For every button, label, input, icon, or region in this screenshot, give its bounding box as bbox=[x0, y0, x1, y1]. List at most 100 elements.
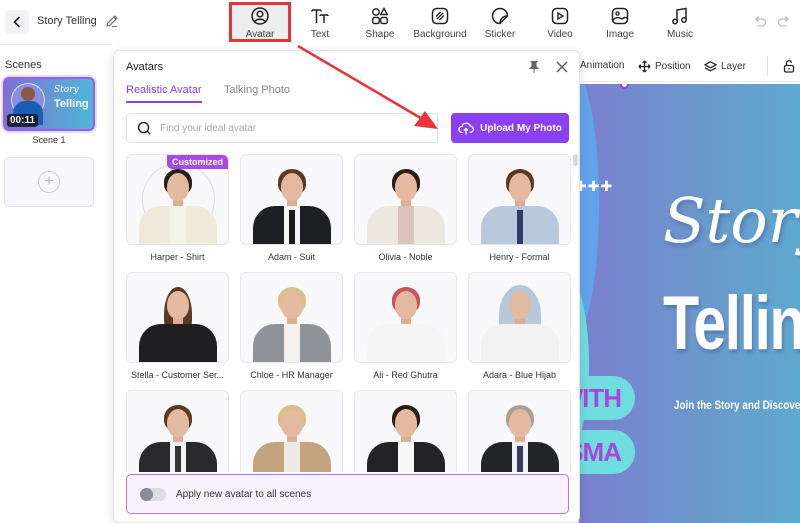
canvas-title-bold[interactable]: Telling bbox=[663, 280, 800, 367]
avatar-card[interactable] bbox=[240, 390, 343, 472]
avatar-name: Adam - Suit bbox=[267, 252, 316, 262]
apply-all-label: Apply new avatar to all scenes bbox=[176, 488, 312, 500]
avatar-grid: Customized Harper - Shirt Adam - Suit Olivi… bbox=[126, 154, 572, 472]
scene-label: Scene 1 bbox=[32, 135, 66, 145]
avatar-thumbnail bbox=[354, 390, 457, 472]
redo-icon[interactable] bbox=[776, 14, 792, 30]
tool-avatar[interactable]: Avatar bbox=[229, 2, 291, 42]
toggle-knob bbox=[140, 487, 153, 501]
apply-all-toggle[interactable] bbox=[140, 487, 166, 501]
avatar-name: Chloe - HR Manager bbox=[250, 370, 333, 380]
selection-handle[interactable] bbox=[620, 84, 629, 89]
search-box[interactable] bbox=[126, 113, 438, 143]
avatar-card[interactable]: Ali - Red Ghutra bbox=[354, 272, 457, 380]
avatar-thumbnail: Customized bbox=[126, 154, 229, 245]
tool-label: Shape bbox=[365, 29, 395, 40]
panel-title: Avatars bbox=[126, 61, 164, 73]
tool-background[interactable]: Background bbox=[409, 2, 471, 42]
avatar-shirt bbox=[397, 324, 414, 362]
avatar-face bbox=[280, 173, 303, 201]
scrollbar[interactable] bbox=[573, 154, 578, 166]
scene-thumbnail[interactable]: Story Telling 00:11 bbox=[3, 77, 95, 131]
avatar-thumbnail bbox=[468, 272, 571, 363]
canvas-decor-dots: ✚✚✚ bbox=[578, 178, 614, 194]
avatar-face bbox=[394, 173, 417, 201]
upload-photo-button[interactable]: Upload My Photo bbox=[451, 113, 569, 143]
pin-icon[interactable] bbox=[527, 60, 541, 74]
close-icon[interactable] bbox=[555, 60, 569, 74]
tool-sticker[interactable]: Sticker bbox=[469, 2, 531, 42]
avatar-card[interactable]: Olivia - Noble bbox=[354, 154, 457, 262]
avatar-thumbnail bbox=[240, 390, 343, 472]
tool-shape[interactable]: Shape bbox=[349, 2, 411, 42]
avatar-thumbnail bbox=[240, 154, 343, 245]
avatar-card[interactable]: Customized Harper - Shirt bbox=[126, 154, 229, 262]
avatar-face bbox=[280, 291, 303, 319]
avatar-card[interactable]: Stella - Customer Ser... bbox=[126, 272, 229, 380]
project-title: Story Telling bbox=[37, 15, 97, 27]
avatar-shirt bbox=[283, 442, 300, 472]
scenes-panel: Scenes Story Telling 00:11 Scene 1 + bbox=[0, 44, 112, 523]
avatar-face bbox=[166, 409, 189, 437]
avatar-card[interactable] bbox=[126, 390, 229, 472]
avatar-card[interactable]: Adara - Blue Hijab bbox=[468, 272, 571, 380]
pencil-icon[interactable] bbox=[104, 13, 120, 29]
avatars-panel: Avatars Realistic Avatar Talking Photo U… bbox=[113, 50, 580, 523]
avatar-card[interactable]: Henry - Formal bbox=[468, 154, 571, 262]
tool-label: Avatar bbox=[245, 29, 275, 40]
tool-music[interactable]: Music bbox=[649, 2, 711, 42]
background-icon bbox=[431, 7, 449, 25]
avatar-tie bbox=[516, 210, 523, 244]
layer-label: Layer bbox=[721, 61, 747, 72]
add-scene-button[interactable]: + bbox=[4, 157, 94, 207]
upload-label: Upload My Photo bbox=[480, 122, 562, 134]
tab-realistic-avatar[interactable]: Realistic Avatar bbox=[126, 84, 202, 103]
avatar-shirt bbox=[397, 206, 414, 244]
search-input[interactable] bbox=[160, 122, 420, 134]
avatar-face bbox=[508, 173, 531, 201]
position-button[interactable]: Position bbox=[638, 60, 691, 73]
avatar-face bbox=[166, 173, 189, 201]
layer-button[interactable]: Layer bbox=[704, 60, 746, 73]
avatar-name: Olivia - Noble bbox=[378, 252, 433, 262]
search-icon bbox=[137, 121, 151, 135]
back-button[interactable] bbox=[5, 10, 29, 34]
tab-talking-photo[interactable]: Talking Photo bbox=[224, 84, 290, 101]
avatar-card[interactable] bbox=[468, 390, 571, 472]
tool-label: Music bbox=[666, 29, 694, 40]
canvas-title-script[interactable]: Story bbox=[663, 184, 800, 257]
undo-icon[interactable] bbox=[752, 14, 768, 30]
canvas-subtitle[interactable]: Join the Story and Discover bbox=[674, 398, 800, 412]
avatar-name: Henry - Formal bbox=[489, 252, 550, 262]
tool-text[interactable]: Text bbox=[289, 2, 351, 42]
customized-badge: Customized bbox=[166, 155, 228, 169]
lock-open-icon[interactable] bbox=[782, 59, 796, 73]
tool-image[interactable]: Image bbox=[589, 2, 651, 42]
canvas-pill-2[interactable]: SMA bbox=[579, 430, 635, 474]
video-icon bbox=[551, 7, 569, 25]
toolbar-divider bbox=[767, 56, 768, 76]
tool-video[interactable]: Video bbox=[529, 2, 591, 42]
avatar-card[interactable]: Chloe - HR Manager bbox=[240, 272, 343, 380]
avatar-card[interactable]: Adam - Suit bbox=[240, 154, 343, 262]
avatar-card[interactable] bbox=[354, 390, 457, 472]
avatar-name: Adara - Blue Hijab bbox=[482, 370, 557, 380]
text-icon bbox=[311, 9, 329, 23]
canvas-pill-1[interactable]: WITH bbox=[579, 376, 635, 420]
scenes-title: Scenes bbox=[5, 59, 42, 71]
move-icon bbox=[638, 60, 651, 73]
music-icon bbox=[672, 7, 687, 25]
avatar-tie bbox=[288, 210, 295, 244]
tool-label: Sticker bbox=[484, 29, 516, 40]
avatar-thumbnail bbox=[240, 272, 343, 363]
avatar-face bbox=[394, 291, 417, 319]
avatar-shirt bbox=[283, 324, 300, 362]
avatar-face bbox=[508, 291, 531, 319]
avatar-face bbox=[508, 409, 531, 437]
sticker-icon bbox=[491, 7, 509, 25]
tool-label: Text bbox=[310, 29, 330, 40]
animation-button[interactable]: Animation bbox=[580, 60, 624, 71]
canvas-preview[interactable]: ✚✚✚ Story Telling WITH SMA Join the Stor… bbox=[578, 84, 800, 523]
thumb-avatar-head bbox=[21, 87, 35, 101]
avatar-thumbnail bbox=[354, 154, 457, 245]
